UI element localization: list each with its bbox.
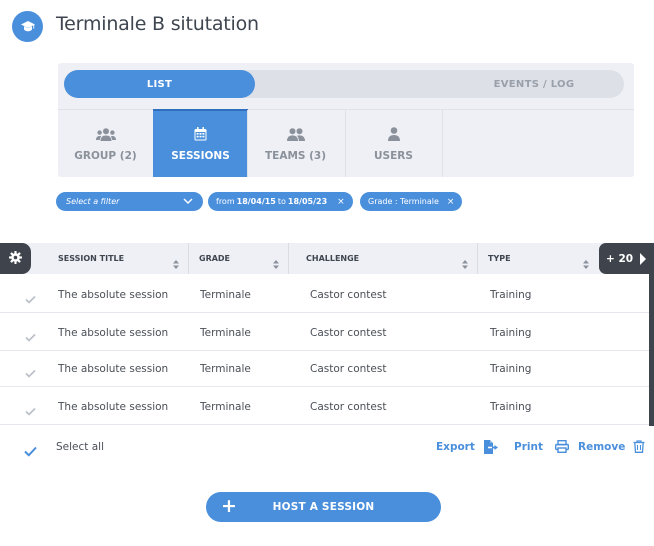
cell-challenge: Castor contest	[310, 400, 387, 413]
column-header-grade[interactable]: GRADE	[199, 243, 230, 274]
print-button[interactable]: Print	[514, 440, 569, 453]
sort-icon[interactable]	[273, 254, 279, 273]
cell-type: Training	[490, 326, 532, 339]
trash-icon	[633, 440, 645, 453]
date-chip-to: 18/05/23	[287, 197, 328, 206]
date-chip-prefix: from	[216, 197, 235, 206]
list-toggle-button[interactable]: LIST	[64, 70, 255, 98]
navigation-panel: LIST EVENTS / LOG GROUP (2) SESSIONS TEA…	[58, 63, 634, 177]
cell-challenge: Castor contest	[310, 288, 387, 301]
printer-icon	[554, 440, 569, 453]
tab-divider	[442, 110, 443, 177]
date-filter-chip[interactable]: from 18/04/15 to 18/05/23 ×	[208, 192, 353, 211]
cell-session-title: The absolute session	[58, 400, 169, 413]
export-button[interactable]: Export	[436, 440, 499, 454]
team-icon	[286, 126, 305, 142]
select-all-label[interactable]: Select all	[56, 441, 104, 453]
users-group-icon	[95, 126, 116, 142]
tab-group-label: GROUP (2)	[74, 150, 137, 162]
cell-type: Training	[490, 362, 532, 375]
column-header-type[interactable]: TYPE	[488, 243, 511, 274]
table-row[interactable]: The absolute session Terminale Castor co…	[0, 388, 649, 425]
grade-filter-chip[interactable]: Grade : Terminale ×	[360, 192, 463, 211]
cell-grade: Terminale	[200, 362, 251, 375]
row-check-icon[interactable]	[25, 363, 36, 382]
view-toggle: LIST EVENTS / LOG	[64, 70, 624, 98]
chevron-down-icon	[183, 196, 193, 208]
row-check-icon[interactable]	[25, 327, 36, 346]
grade-chip-label: Grade : Terminale	[368, 197, 439, 206]
column-divider	[188, 243, 189, 274]
table-settings-button[interactable]	[0, 243, 31, 274]
tab-teams-label: TEAMS (3)	[264, 150, 327, 162]
tab-divider	[345, 110, 346, 177]
table-row[interactable]: The absolute session Terminale Castor co…	[0, 314, 649, 351]
cell-session-title: The absolute session	[58, 362, 169, 375]
sort-icon[interactable]	[462, 254, 468, 273]
column-divider	[477, 243, 478, 274]
filter-select-placeholder: Select a filter	[66, 197, 120, 206]
remove-label: Remove	[578, 440, 626, 453]
remove-grade-filter-icon[interactable]: ×	[447, 197, 455, 207]
host-session-label: HOST A SESSION	[272, 501, 375, 513]
cell-type: Training	[490, 288, 532, 301]
date-chip-middle: to	[277, 197, 286, 206]
column-header-session-title[interactable]: SESSION TITLE	[58, 243, 124, 274]
user-icon	[387, 126, 400, 142]
filter-select[interactable]: Select a filter	[56, 192, 203, 211]
column-divider	[288, 243, 289, 274]
gear-icon	[9, 249, 22, 268]
tab-users-label: USERS	[374, 150, 413, 162]
tab-users[interactable]: USERS	[346, 110, 441, 177]
export-label: Export	[436, 441, 475, 453]
more-columns-button[interactable]: + 20	[599, 243, 654, 274]
cell-session-title: The absolute session	[58, 288, 169, 301]
more-columns-label: + 20	[606, 252, 634, 265]
tab-divider	[247, 110, 248, 177]
column-header-challenge[interactable]: CHALLENGE	[306, 243, 359, 274]
tab-sessions-label: SESSIONS	[171, 150, 230, 162]
remove-button[interactable]: Remove	[578, 440, 645, 453]
table-row[interactable]: The absolute session Terminale Castor co…	[0, 276, 649, 313]
cell-challenge: Castor contest	[310, 326, 387, 339]
export-icon	[483, 440, 499, 454]
table-scroll-rail[interactable]	[649, 274, 654, 426]
events-log-toggle-button[interactable]: EVENTS / LOG	[444, 70, 624, 98]
cell-type: Training	[490, 400, 532, 413]
remove-date-filter-icon[interactable]: ×	[337, 197, 345, 207]
sort-icon[interactable]	[173, 254, 179, 273]
graduation-cap-icon	[12, 11, 43, 42]
select-all-check-icon[interactable]	[24, 442, 37, 461]
row-check-icon[interactable]	[25, 289, 36, 308]
cell-grade: Terminale	[200, 288, 251, 301]
calendar-icon	[194, 126, 207, 142]
print-label: Print	[514, 440, 543, 453]
table-row[interactable]: The absolute session Terminale Castor co…	[0, 350, 649, 387]
tab-teams[interactable]: TEAMS (3)	[248, 110, 343, 177]
caret-right-icon	[640, 252, 647, 265]
cell-challenge: Castor contest	[310, 362, 387, 375]
tab-group[interactable]: GROUP (2)	[58, 110, 153, 177]
host-session-button[interactable]: + HOST A SESSION	[206, 492, 441, 522]
tab-sessions[interactable]: SESSIONS	[153, 109, 248, 177]
cell-grade: Terminale	[200, 326, 251, 339]
page-title: Terminale B situtation	[56, 13, 259, 35]
date-chip-from: 18/04/15	[236, 197, 276, 206]
row-check-icon[interactable]	[25, 401, 36, 420]
sort-icon[interactable]	[583, 254, 589, 273]
cell-grade: Terminale	[200, 400, 251, 413]
cell-session-title: The absolute session	[58, 326, 169, 339]
